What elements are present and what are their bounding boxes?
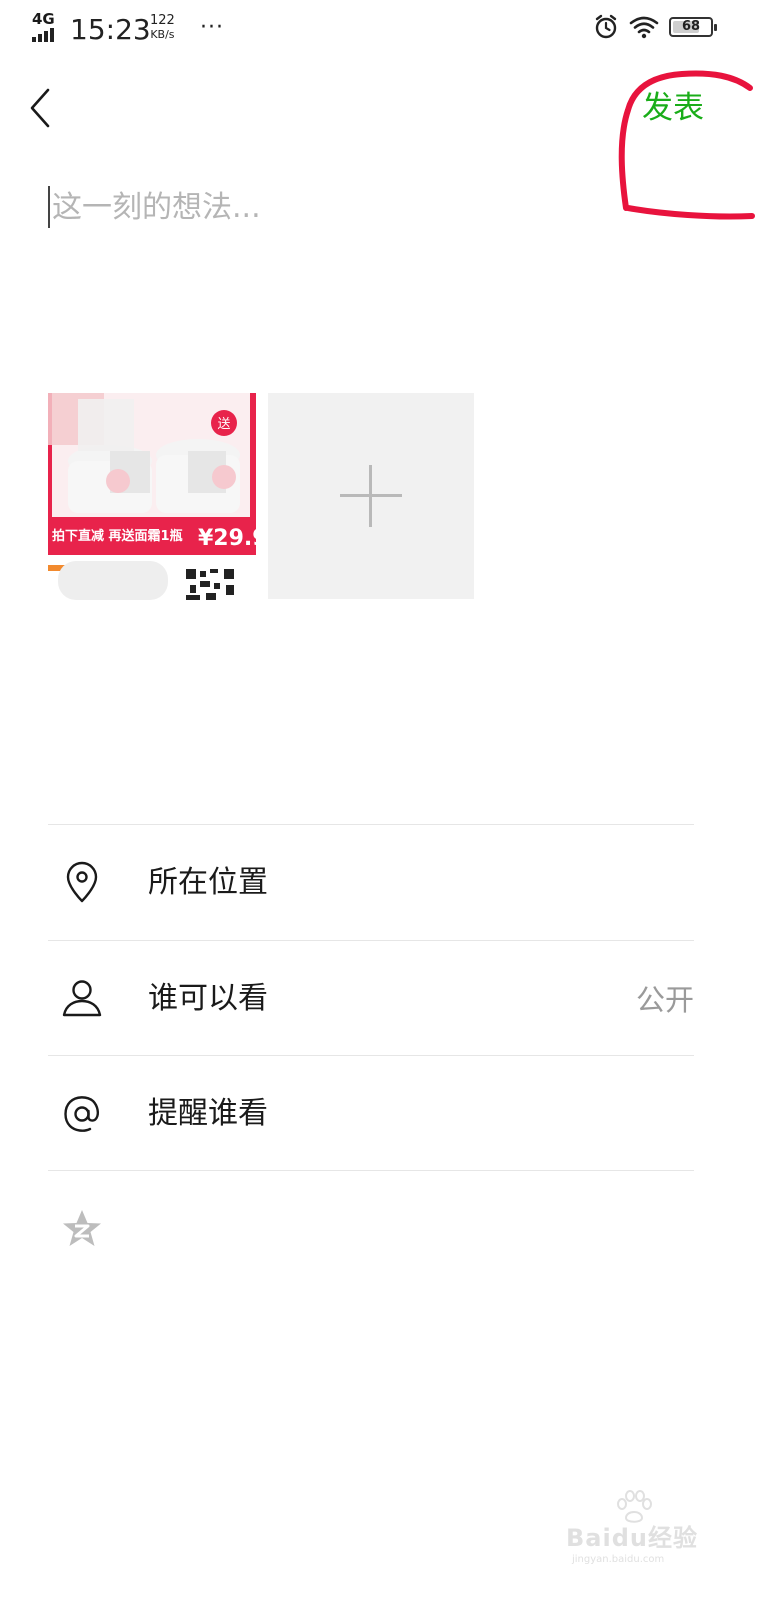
- person-icon: [62, 980, 102, 1017]
- more-notifications-icon: ···: [200, 15, 224, 40]
- divider: [48, 940, 694, 941]
- location-row[interactable]: 所在位置: [48, 826, 694, 940]
- visibility-label: 谁可以看: [148, 981, 268, 1016]
- visibility-row[interactable]: 谁可以看 公开: [48, 942, 694, 1056]
- ad-promo-text: 拍下直减 再送面霜1瓶: [52, 528, 183, 544]
- post-placeholder: 这一刻的想法...: [52, 190, 261, 225]
- battery-icon: 68: [669, 17, 717, 37]
- speed-unit: KB/s: [150, 28, 175, 41]
- location-label: 所在位置: [148, 865, 268, 900]
- alarm-icon: [595, 14, 617, 39]
- signal-icon: [32, 28, 62, 42]
- location-pin-icon: [66, 861, 98, 903]
- ad-badge: 送: [217, 417, 230, 432]
- attached-photo[interactable]: 送 拍下直减 再送面霜1瓶 ¥29.9: [48, 393, 256, 600]
- at-sign-icon: [64, 1096, 100, 1132]
- qzone-sync-row[interactable]: [48, 1172, 694, 1286]
- clock: 15:23: [70, 13, 151, 46]
- ad-price: ¥29.9: [198, 526, 256, 551]
- divider: [48, 1170, 694, 1171]
- watermark-url: jingyan.baidu.com: [572, 1554, 665, 1565]
- speed-value: 122: [150, 13, 175, 28]
- status-bar: 4G 15:23 122 KB/s ··· 68: [0, 0, 757, 60]
- wifi-icon: [629, 16, 659, 39]
- text-cursor: [48, 186, 50, 228]
- add-photo-button[interactable]: [268, 393, 474, 599]
- network-speed: 122 KB/s: [150, 14, 175, 42]
- battery-level: 68: [681, 19, 701, 34]
- watermark-text: Baidu经验: [566, 1524, 698, 1552]
- divider: [48, 1055, 694, 1056]
- mention-label: 提醒谁看: [148, 1096, 268, 1131]
- visibility-value: 公开: [635, 983, 694, 1017]
- product-ad-image: 送 拍下直减 再送面霜1瓶 ¥29.9: [48, 393, 256, 600]
- network-type: 4G: [32, 10, 55, 28]
- baidu-watermark: Baidu经验 jingyan.baidu.com: [566, 1490, 706, 1570]
- qzone-star-icon[interactable]: [58, 1205, 106, 1253]
- publish-button-area: 发表: [612, 70, 755, 220]
- mention-row[interactable]: 提醒谁看: [48, 1057, 694, 1171]
- divider: [48, 824, 694, 825]
- paw-logo-icon: [617, 1490, 652, 1523]
- back-chevron-icon[interactable]: [24, 84, 60, 132]
- post-text-input[interactable]: 这一刻的想法...: [48, 182, 608, 234]
- publish-button[interactable]: 发表: [642, 88, 704, 128]
